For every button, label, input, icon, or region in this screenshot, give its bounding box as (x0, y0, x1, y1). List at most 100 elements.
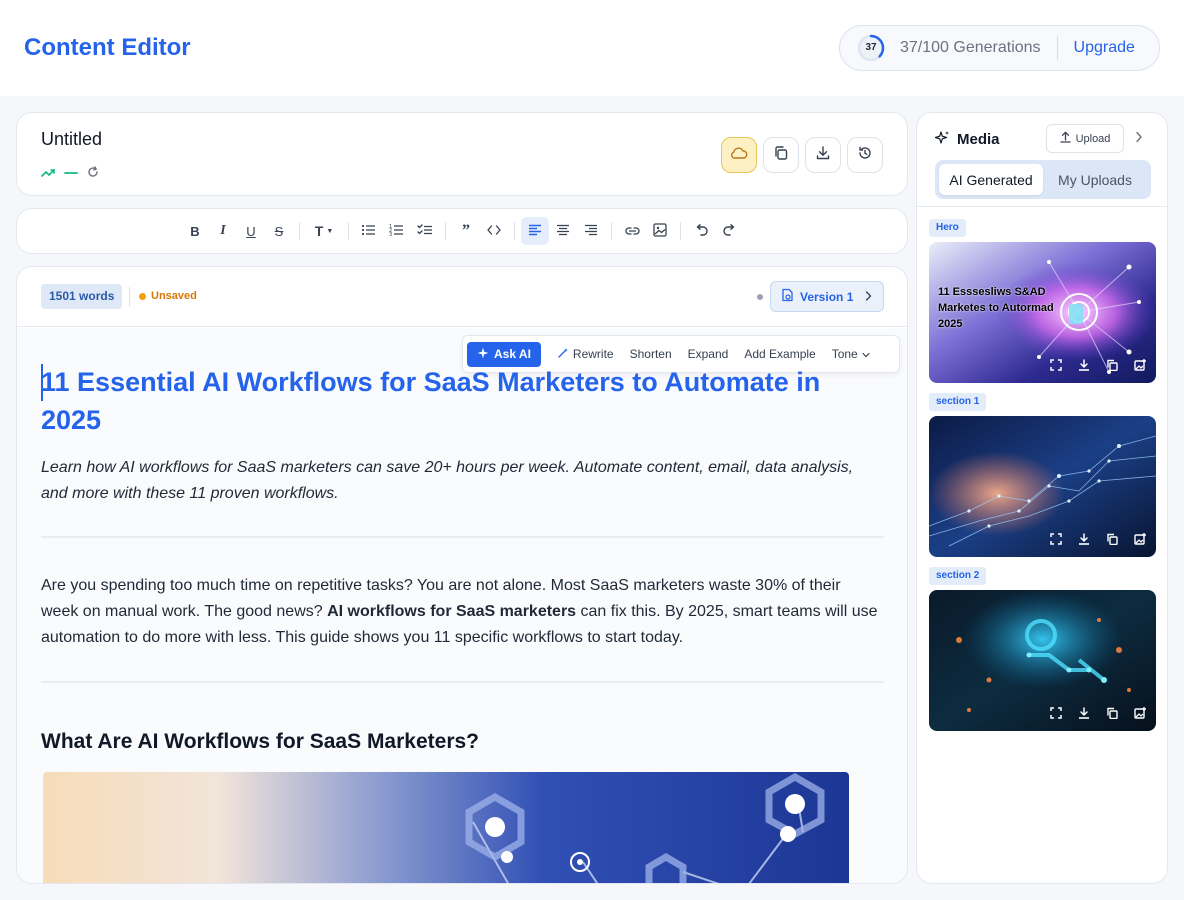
numbered-list-button[interactable]: 123 (383, 217, 411, 245)
download-icon[interactable] (1076, 357, 1092, 373)
shorten-label: Shorten (629, 347, 672, 361)
editor-content[interactable]: Ask AI Rewrite Shorten Expand Add Exampl… (17, 328, 907, 883)
formatting-toolbar: B I U S T ▼ 123 ” (16, 208, 908, 254)
bold-button[interactable]: B (181, 217, 209, 245)
media-tag: section 1 (929, 393, 987, 411)
download-icon[interactable] (1076, 531, 1092, 547)
expand-button[interactable]: Expand (688, 347, 729, 361)
media-thumbnail[interactable] (929, 590, 1156, 731)
editor: 1501 words Unsaved Version 1 Ask AI Rewr… (16, 266, 908, 884)
text-type-icon: T (314, 223, 324, 239)
rewrite-label: Rewrite (572, 347, 614, 361)
generations-pill: 37 37/100 Generations Upgrade (839, 25, 1160, 71)
upload-icon (1059, 131, 1071, 146)
text-style-dropdown[interactable]: T ▼ (306, 217, 342, 245)
copy-icon[interactable] (1104, 531, 1120, 547)
generations-ring-label: 37 (865, 42, 877, 53)
word-count-badge: 1501 words (41, 284, 123, 309)
media-thumbnail[interactable]: 11 Esssesliws S&AD Marketes to Autormad … (929, 242, 1156, 383)
save-status: Unsaved (139, 290, 197, 302)
checklist-button[interactable] (411, 217, 439, 245)
align-right-button[interactable] (577, 217, 605, 245)
copy-icon (773, 145, 789, 166)
image-icon (653, 222, 667, 240)
upgrade-link[interactable]: Upgrade (1074, 39, 1135, 57)
connection-dot-icon (757, 294, 763, 300)
tab-ai-generated[interactable]: AI Generated (939, 164, 1043, 195)
tab-my-uploads[interactable]: My Uploads (1043, 164, 1147, 195)
italic-button[interactable]: I (209, 217, 237, 245)
article-paragraph[interactable]: Are you spending too much time on repeti… (41, 573, 881, 651)
fullscreen-icon[interactable] (1048, 357, 1064, 373)
code-icon (487, 224, 501, 239)
tone-dropdown[interactable]: Tone (832, 347, 870, 361)
underline-button[interactable]: U (237, 217, 265, 245)
add-example-label: Add Example (744, 347, 816, 361)
chevron-right-icon (865, 290, 872, 304)
bold-icon: B (190, 223, 200, 239)
code-button[interactable] (480, 217, 508, 245)
insert-image-icon[interactable] (1132, 531, 1148, 547)
media-tag: Hero (929, 219, 966, 237)
align-left-button[interactable] (521, 217, 549, 245)
media-tabs: AI Generated My Uploads (935, 160, 1151, 199)
article-lede[interactable]: Learn how AI workflows for SaaS marketer… (41, 455, 876, 507)
thumbnail-actions (1048, 357, 1148, 373)
divider (611, 222, 612, 240)
download-icon (815, 145, 831, 166)
upload-label: Upload (1075, 132, 1111, 145)
magic-wand-icon (557, 347, 569, 362)
media-title-label: Media (957, 131, 1000, 148)
insert-image-icon[interactable] (1132, 357, 1148, 373)
redo-button[interactable] (715, 217, 743, 245)
document-title[interactable]: Untitled (41, 129, 102, 150)
link-button[interactable] (618, 217, 646, 245)
copy-icon[interactable] (1104, 705, 1120, 721)
document-actions (721, 137, 883, 173)
bullet-list-button[interactable] (355, 217, 383, 245)
expand-label: Expand (687, 347, 729, 361)
divider (514, 222, 515, 240)
cloud-icon (730, 146, 748, 165)
divider (299, 222, 300, 240)
download-button[interactable] (805, 137, 841, 173)
undo-icon (694, 223, 709, 239)
copy-button[interactable] (763, 137, 799, 173)
quote-button[interactable]: ” (452, 217, 480, 245)
download-icon[interactable] (1076, 705, 1092, 721)
section-heading[interactable]: What Are AI Workflows for SaaS Marketers… (41, 730, 479, 754)
document-header: Untitled (16, 112, 908, 196)
article-image[interactable] (43, 772, 849, 883)
article-heading[interactable]: 11 Essential AI Workflows for SaaS Marke… (41, 363, 841, 439)
copy-icon[interactable] (1104, 357, 1120, 373)
save-status-label: Unsaved (151, 290, 197, 302)
cloud-save-button[interactable] (721, 137, 757, 173)
refresh-icon[interactable] (87, 165, 99, 183)
strikethrough-button[interactable]: S (265, 217, 293, 245)
divider (348, 222, 349, 240)
chevron-down-icon (862, 347, 870, 361)
divider (129, 287, 130, 307)
image-button[interactable] (646, 217, 674, 245)
align-right-icon (584, 224, 598, 239)
undo-button[interactable] (687, 217, 715, 245)
version-button[interactable]: Version 1 (770, 281, 884, 312)
italic-icon: I (220, 223, 226, 238)
history-button[interactable] (847, 137, 883, 173)
add-example-button[interactable]: Add Example (744, 347, 815, 361)
upload-button[interactable]: Upload (1046, 124, 1124, 153)
media-thumbnail[interactable] (929, 416, 1156, 557)
collapse-panel-button[interactable] (1135, 130, 1143, 148)
shorten-button[interactable]: Shorten (630, 347, 672, 361)
align-left-icon (528, 224, 542, 239)
fullscreen-icon[interactable] (1048, 531, 1064, 547)
fullscreen-icon[interactable] (1048, 705, 1064, 721)
file-version-icon (781, 288, 794, 305)
rewrite-button[interactable]: Rewrite (557, 347, 614, 362)
insert-image-icon[interactable] (1132, 705, 1148, 721)
media-tag: section 2 (929, 567, 987, 585)
thumbnail-actions (1048, 705, 1148, 721)
divider (1056, 36, 1058, 60)
generations-count: 37/100 Generations (900, 39, 1041, 56)
align-center-button[interactable] (549, 217, 577, 245)
